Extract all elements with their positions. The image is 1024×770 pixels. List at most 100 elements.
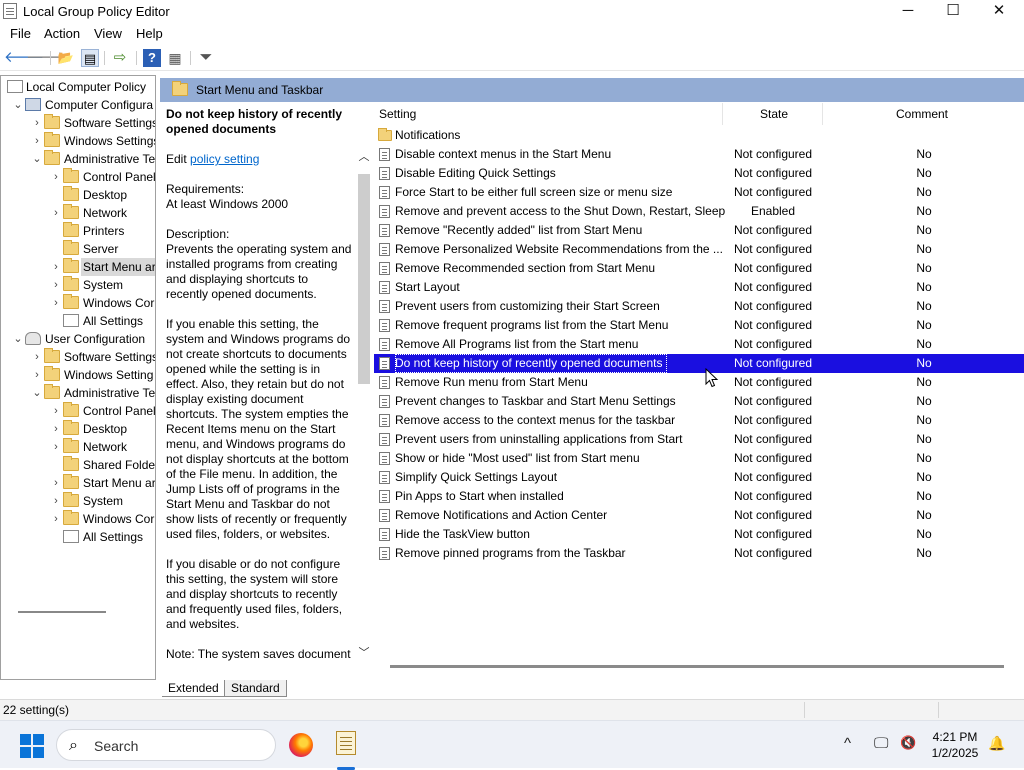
- tree-node[interactable]: Shared Folder: [1, 456, 155, 474]
- tree-node[interactable]: Printers: [1, 222, 155, 240]
- expanded-chevron-icon[interactable]: ⌄: [31, 384, 43, 402]
- tree-node[interactable]: ⌄ Computer Configura: [1, 96, 155, 114]
- column-divider[interactable]: [722, 103, 723, 125]
- volume-muted-icon[interactable]: 🔇: [900, 735, 916, 751]
- column-divider[interactable]: [822, 103, 823, 125]
- tree-node[interactable]: All Settings: [1, 528, 155, 546]
- properties-icon[interactable]: ▦: [166, 49, 184, 67]
- chevron-up-icon[interactable]: ^: [844, 735, 851, 752]
- tree-horizontal-scrollbar[interactable]: [18, 611, 106, 613]
- collapsed-chevron-icon[interactable]: ›: [50, 438, 62, 456]
- description-scrollbar[interactable]: ︿ ﹀: [356, 150, 372, 660]
- scroll-down-icon[interactable]: ﹀: [356, 646, 372, 660]
- setting-row[interactable]: Remove Run menu from Start Menu Not confi…: [374, 373, 1024, 392]
- tree-node[interactable]: › Control Panel: [1, 168, 155, 186]
- collapsed-chevron-icon[interactable]: ›: [31, 348, 43, 366]
- tree-node[interactable]: Desktop: [1, 186, 155, 204]
- tree-node[interactable]: › Software Settings: [1, 114, 155, 132]
- tree-node[interactable]: ⌄ Administrative Te: [1, 150, 155, 168]
- setting-row[interactable]: Prevent users from customizing their Sta…: [374, 297, 1024, 316]
- export-list-icon[interactable]: ⇨: [111, 49, 129, 67]
- close-button[interactable]: ✕: [976, 0, 1022, 23]
- setting-row[interactable]: Remove access to the context menus for t…: [374, 411, 1024, 430]
- collapsed-chevron-icon[interactable]: ›: [50, 276, 62, 294]
- tree-node[interactable]: › System: [1, 492, 155, 510]
- edit-policy-link[interactable]: policy setting: [190, 152, 259, 166]
- setting-row[interactable]: Start Layout Not configured No: [374, 278, 1024, 297]
- collapsed-chevron-icon[interactable]: ›: [50, 420, 62, 438]
- scroll-thumb[interactable]: [358, 174, 370, 384]
- network-icon[interactable]: 🖵: [874, 735, 888, 752]
- setting-row[interactable]: Show or hide "Most used" list from Start…: [374, 449, 1024, 468]
- collapsed-chevron-icon[interactable]: ›: [50, 474, 62, 492]
- expanded-chevron-icon[interactable]: ⌄: [31, 150, 43, 168]
- forward-arrow-icon[interactable]: 🡒: [26, 49, 66, 67]
- tree-node[interactable]: ⌄ User Configuration: [1, 330, 155, 348]
- maximize-button[interactable]: ☐: [930, 0, 976, 23]
- tree-node[interactable]: › Start Menu ar: [1, 474, 155, 492]
- setting-row[interactable]: Simplify Quick Settings Layout Not config…: [374, 468, 1024, 487]
- up-folder-icon[interactable]: 📂: [57, 49, 75, 67]
- menu-file[interactable]: File: [10, 26, 31, 41]
- setting-row[interactable]: Prevent users from uninstalling applicat…: [374, 430, 1024, 449]
- tab-extended[interactable]: Extended: [162, 680, 226, 697]
- back-arrow-icon[interactable]: 🡐: [4, 49, 44, 67]
- setting-row[interactable]: Remove Notifications and Action Center No…: [374, 506, 1024, 525]
- setting-row[interactable]: Pin Apps to Start when installed Not conf…: [374, 487, 1024, 506]
- scroll-up-icon[interactable]: ︿: [356, 150, 372, 164]
- expanded-chevron-icon[interactable]: ⌄: [12, 330, 24, 348]
- setting-row[interactable]: Remove pinned programs from the Taskbar N…: [374, 544, 1024, 563]
- menu-view[interactable]: View: [94, 26, 122, 41]
- tree-node[interactable]: Local Computer Policy: [1, 78, 155, 96]
- taskbar-clock[interactable]: 4:21 PM 1/2/2025: [920, 729, 990, 761]
- tree-node[interactable]: Server: [1, 240, 155, 258]
- show-hide-tree-icon[interactable]: ▤: [81, 49, 99, 67]
- setting-row[interactable]: Hide the TaskView button Not configured No: [374, 525, 1024, 544]
- setting-row[interactable]: Disable Editing Quick Settings Not config…: [374, 164, 1024, 183]
- menu-help[interactable]: Help: [136, 26, 163, 41]
- collapsed-chevron-icon[interactable]: ›: [50, 204, 62, 222]
- collapsed-chevron-icon[interactable]: ›: [31, 366, 43, 384]
- setting-row[interactable]: Do not keep history of recently opened d…: [374, 354, 1024, 373]
- notification-bell-icon[interactable]: 🔔: [988, 735, 1005, 752]
- tree-node[interactable]: › Desktop: [1, 420, 155, 438]
- column-setting[interactable]: Setting: [379, 107, 416, 121]
- tree-node[interactable]: › Start Menu ar: [1, 258, 155, 276]
- setting-row[interactable]: Remove "Recently added" list from Start …: [374, 221, 1024, 240]
- setting-row[interactable]: Remove Recommended section from Start Me…: [374, 259, 1024, 278]
- collapsed-chevron-icon[interactable]: ›: [31, 114, 43, 132]
- tree-node[interactable]: All Settings: [1, 312, 155, 330]
- taskbar-search[interactable]: ⌕ Search: [56, 729, 276, 761]
- collapsed-chevron-icon[interactable]: ›: [50, 294, 62, 312]
- firefox-icon[interactable]: [289, 733, 313, 757]
- filter-icon[interactable]: ⏷: [197, 49, 215, 67]
- setting-row[interactable]: Prevent changes to Taskbar and Start Men…: [374, 392, 1024, 411]
- collapsed-chevron-icon[interactable]: ›: [50, 258, 62, 276]
- setting-row[interactable]: Remove Personalized Website Recommendati…: [374, 240, 1024, 259]
- tree-node[interactable]: › System: [1, 276, 155, 294]
- collapsed-chevron-icon[interactable]: ›: [50, 510, 62, 528]
- collapsed-chevron-icon[interactable]: ›: [50, 168, 62, 186]
- setting-row[interactable]: Force Start to be either full screen siz…: [374, 183, 1024, 202]
- list-horizontal-scrollbar[interactable]: [390, 665, 1004, 668]
- expanded-chevron-icon[interactable]: ⌄: [12, 96, 24, 114]
- column-state[interactable]: State: [760, 107, 788, 121]
- gpedit-taskbar-button[interactable]: [332, 729, 360, 770]
- tree-node[interactable]: › Windows Cor: [1, 510, 155, 528]
- collapsed-chevron-icon[interactable]: ›: [50, 492, 62, 510]
- tree-node[interactable]: › Network: [1, 204, 155, 222]
- tree-node[interactable]: › Windows Cor: [1, 294, 155, 312]
- tree-node[interactable]: › Control Panel: [1, 402, 155, 420]
- collapsed-chevron-icon[interactable]: ›: [31, 132, 43, 150]
- list-folder-notifications[interactable]: Notifications: [374, 126, 1024, 145]
- tree-node[interactable]: › Software Settings: [1, 348, 155, 366]
- menu-action[interactable]: Action: [44, 26, 80, 41]
- tree-node[interactable]: › Network: [1, 438, 155, 456]
- windows-start-icon[interactable]: [20, 734, 44, 758]
- tree-node[interactable]: › Windows Settings: [1, 132, 155, 150]
- tree-node[interactable]: › Windows Setting: [1, 366, 155, 384]
- help-icon[interactable]: ?: [143, 49, 161, 67]
- setting-row[interactable]: Remove frequent programs list from the S…: [374, 316, 1024, 335]
- collapsed-chevron-icon[interactable]: ›: [50, 402, 62, 420]
- tree-node[interactable]: ⌄ Administrative Te: [1, 384, 155, 402]
